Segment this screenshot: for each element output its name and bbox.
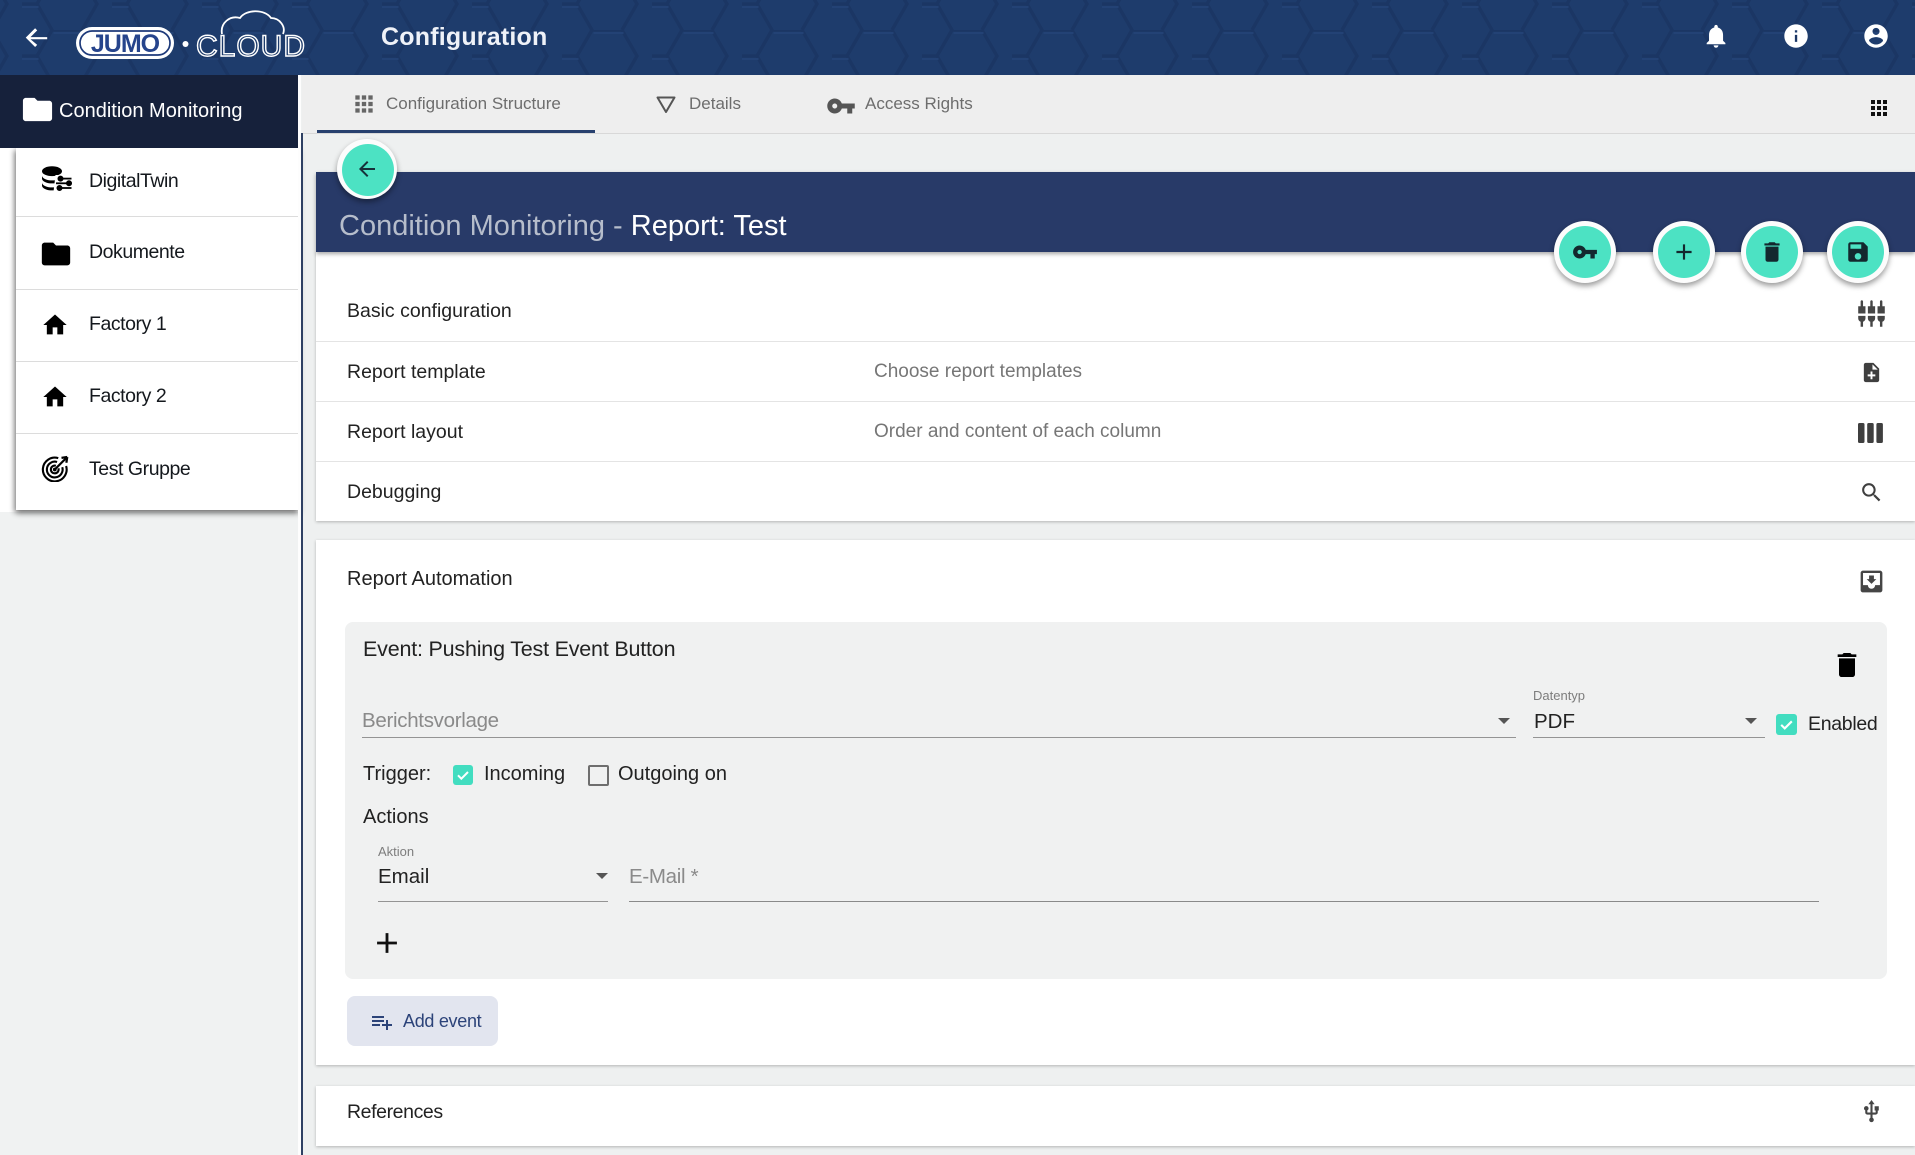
svg-text:CLOUD: CLOUD: [196, 30, 306, 63]
svg-text:JUMO: JUMO: [91, 30, 160, 58]
